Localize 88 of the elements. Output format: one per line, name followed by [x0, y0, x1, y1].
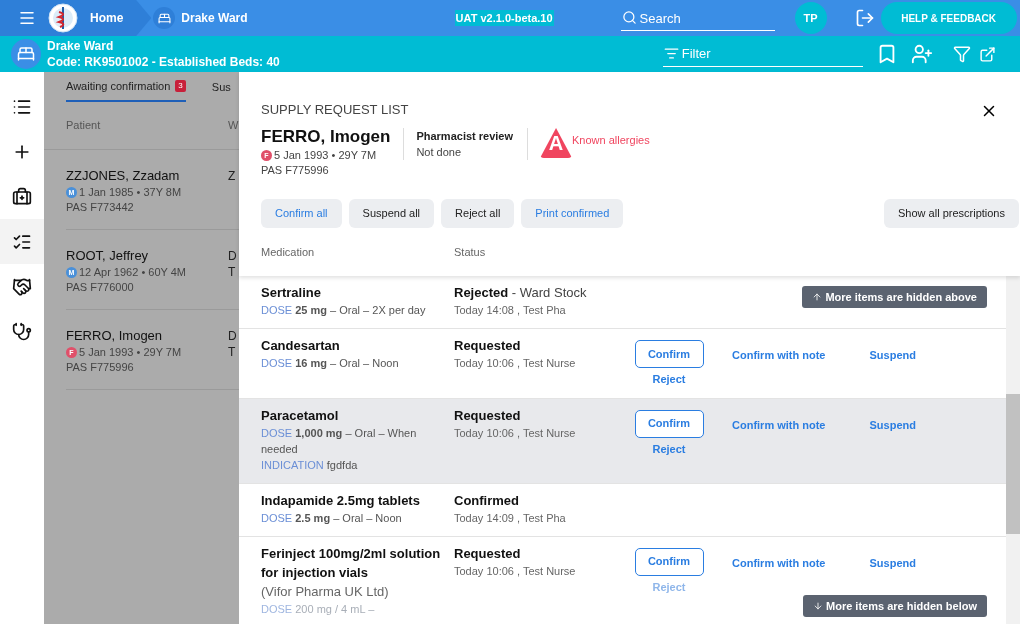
column-header: Status — [454, 244, 486, 260]
arrow-down-icon — [813, 601, 823, 611]
patient-pas: PAS F776000 — [66, 280, 135, 295]
medication-supplier: (Vifor Pharma UK Ltd) — [261, 582, 390, 601]
confirm-with-note-link[interactable]: Confirm with note — [732, 554, 826, 571]
bulk-action-button[interactable]: Reject all — [441, 199, 515, 228]
ward-name: Drake Ward — [47, 38, 115, 54]
medication-name: Sertraline — [261, 284, 322, 302]
list-tab[interactable]: Sus — [211, 72, 231, 102]
table-cell-text: D — [228, 328, 237, 345]
panel-title: SUPPLY REQUEST LIST — [261, 101, 409, 119]
status-time: Today 10:06 , Test Nurse — [454, 425, 577, 441]
suspend-link[interactable]: Suspend — [869, 347, 916, 364]
bulk-action-button[interactable]: Confirm all — [261, 199, 342, 228]
patient-pas: PAS F775996 — [66, 360, 135, 375]
status-time: Today 10:06 , Test Nurse — [454, 563, 577, 579]
column-header: Patient — [66, 118, 102, 134]
review-label: Pharmacist review — [416, 129, 514, 144]
allergy-icon: A — [540, 128, 573, 158]
patient-name[interactable]: ROOT, Jeffrey — [66, 247, 228, 265]
confirm-button[interactable]: Confirm — [634, 340, 704, 368]
patient-name[interactable]: ZZJONES, Zzadam — [66, 167, 228, 185]
filter-icon — [663, 46, 679, 61]
patient-pas: PAS F775996 — [261, 163, 330, 178]
help-feedback-button[interactable]: HELP & FEEDBACK — [880, 2, 1017, 34]
status-text: Confirmed — [454, 491, 520, 510]
stethoscope-icon — [12, 321, 32, 342]
medication-name: Ferinject 100mg/2ml solution for injection vials — [261, 544, 442, 582]
table-cell: T — [228, 265, 237, 280]
table-cell-text: Z — [228, 168, 236, 185]
medical-kit-icon — [12, 186, 32, 207]
column-header: W — [228, 118, 239, 134]
bed-icon — [11, 39, 41, 69]
dose-text: DOSE 200 mg / 4 mL – — [261, 601, 376, 617]
status-time: Today 14:09 , Test Pha — [454, 510, 567, 526]
status-text: Requested — [454, 544, 522, 563]
patient-name[interactable]: FERRO, Imogen — [66, 327, 228, 345]
home-link[interactable]: Home — [90, 9, 124, 27]
medication-name: Paracetamol — [261, 406, 340, 425]
status-text: Requested — [454, 337, 522, 355]
indication-text: INDICATION fgdfda — [261, 457, 359, 473]
logout-icon[interactable] — [854, 8, 875, 28]
bulk-action-button[interactable]: Suspend all — [348, 199, 435, 228]
medication-name: Indapamide 2.5mg tablets — [261, 491, 421, 510]
scrollbar[interactable] — [1006, 276, 1020, 624]
status-text: Rejected - Ward Stock — [454, 284, 588, 302]
medication-name: Candesartan — [261, 337, 341, 355]
show-all-button[interactable]: Show all prescriptions — [884, 199, 1019, 228]
confirm-button[interactable]: Confirm — [634, 409, 704, 438]
suspend-link[interactable]: Suspend — [869, 416, 916, 433]
ward-code: Code: RK9501002 - Established Beds: 40 — [47, 54, 280, 70]
hidden-above-notice[interactable]: More items are hidden above — [802, 286, 987, 308]
allergies-link[interactable]: Known allergies — [572, 132, 650, 149]
arrow-up-icon — [812, 292, 823, 302]
dose-text: DOSE 25 mg – Oral – 2X per day — [261, 303, 427, 318]
review-value: Not done — [416, 145, 463, 160]
list-tab[interactable]: Awaiting confirmation 3 — [66, 72, 186, 102]
table-cell: T — [228, 345, 237, 360]
search-icon — [621, 10, 637, 25]
confirm-with-note-link[interactable]: Confirm with note — [732, 416, 826, 433]
medication-row[interactable]: Paracetamol DOSE 1,000 mg – Oral – When needed INDICATION fgdfda Requested Today 10:06 , Test Nurse Confirm Reject Confirm with note Suspend — [239, 398, 1006, 484]
reject-link[interactable]: Reject — [652, 371, 686, 388]
menu-icon[interactable] — [18, 9, 36, 27]
bulk-action-button[interactable]: Print confirmed — [521, 199, 624, 228]
version-label: UAT v2.1.0-beta.10 — [454, 9, 554, 27]
patient-pas: PAS F773442 — [66, 200, 135, 215]
status-time: Today 10:06 , Test Nurse — [454, 356, 577, 371]
reject-link[interactable]: Reject — [652, 440, 686, 457]
filter-field[interactable]: Filter — [662, 41, 863, 67]
status-time: Today 14:08 , Test Pha — [454, 303, 567, 318]
dose-text: DOSE 2.5 mg – Oral – Noon — [261, 510, 403, 526]
ward-link[interactable]: Drake Ward — [181, 9, 248, 27]
table-cell-text: D — [228, 248, 237, 265]
dose-text: DOSE 16 mg – Oral – Noon — [261, 356, 400, 371]
confirm-with-note-link[interactable]: Confirm with note — [732, 347, 826, 364]
column-header: Medication — [261, 244, 316, 260]
search-field[interactable]: Search — [620, 7, 775, 31]
suspend-link[interactable]: Suspend — [869, 554, 916, 571]
count-badge: 3 — [175, 80, 186, 92]
handshake-icon — [12, 276, 32, 297]
user-avatar[interactable]: TP — [794, 2, 827, 34]
patient-name: FERRO, Imogen — [261, 126, 391, 148]
reject-link[interactable]: Reject — [652, 578, 686, 595]
status-text: Requested — [454, 406, 522, 425]
ward-icon — [153, 7, 176, 29]
hidden-below-notice[interactable]: More items are hidden below — [803, 595, 987, 617]
logo-icon[interactable] — [48, 3, 78, 33]
confirm-button[interactable]: Confirm — [634, 547, 704, 576]
